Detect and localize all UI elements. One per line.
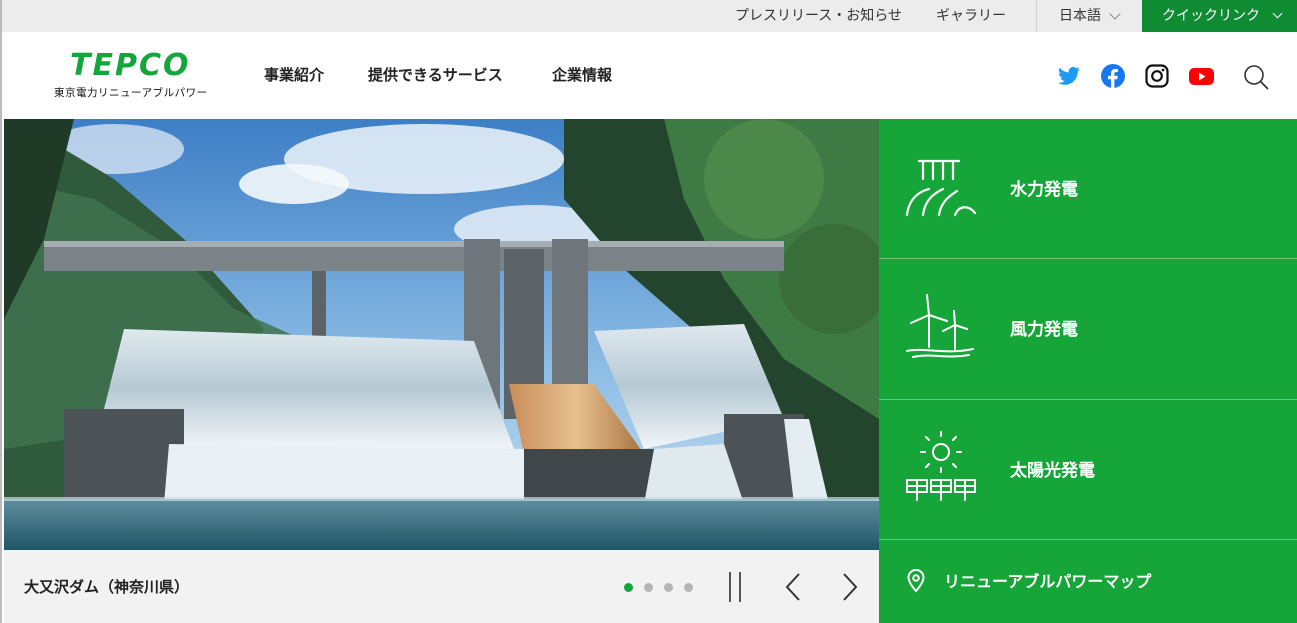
nav-business[interactable]: 事業紹介 bbox=[264, 64, 324, 85]
logo-company-name: 東京電力リニューアブルパワー bbox=[54, 87, 208, 99]
youtube-icon[interactable] bbox=[1189, 64, 1214, 88]
nav-services[interactable]: 提供できるサービス bbox=[368, 64, 503, 85]
slide-caption: 大又沢ダム（神奈川県） bbox=[24, 578, 190, 596]
pause-button[interactable] bbox=[728, 572, 744, 602]
slide-dot-4[interactable] bbox=[684, 583, 693, 592]
quick-link-button[interactable]: クイックリンク bbox=[1142, 0, 1297, 32]
next-slide-button[interactable] bbox=[834, 572, 864, 602]
quick-link-label: クイックリンク bbox=[1162, 8, 1260, 24]
panel-item-wind[interactable]: 風力発電 bbox=[879, 259, 1297, 400]
facebook-icon[interactable] bbox=[1101, 64, 1125, 88]
panel-item-hydro[interactable]: 水力発電 bbox=[879, 119, 1297, 259]
language-selector[interactable]: 日本語 bbox=[1037, 0, 1142, 32]
panel-item-solar[interactable]: 太陽光発電 bbox=[879, 400, 1297, 540]
chevron-down-icon bbox=[1109, 8, 1121, 20]
instagram-icon[interactable] bbox=[1145, 64, 1169, 88]
twitter-icon[interactable] bbox=[1057, 64, 1081, 88]
panel-label-hydro: 水力発電 bbox=[1010, 180, 1078, 200]
energy-panel: 水力発電 風力発電 太陽光発電 リニューアブルパワーマップ bbox=[879, 119, 1297, 623]
hydro-icon bbox=[905, 159, 977, 217]
search-icon[interactable] bbox=[1242, 63, 1270, 91]
chevron-down-icon bbox=[1272, 8, 1283, 19]
site-header: TEPCO 東京電力リニューアブルパワー 事業紹介 提供できるサービス 企業情報 bbox=[2, 32, 1297, 119]
map-pin-icon bbox=[907, 569, 925, 593]
pause-icon bbox=[729, 572, 731, 602]
slide-dot-1[interactable] bbox=[624, 583, 633, 592]
solar-icon bbox=[906, 431, 976, 501]
map-link-label: リニューアブルパワーマップ bbox=[944, 572, 1152, 591]
utility-bar: プレスリリース・お知らせ ギャラリー 日本語 クイックリンク bbox=[2, 0, 1297, 32]
gallery-link[interactable]: ギャラリー bbox=[936, 0, 1006, 32]
press-release-link[interactable]: プレスリリース・お知らせ bbox=[735, 0, 902, 32]
browser-frame: プレスリリース・お知らせ ギャラリー 日本語 クイックリンク TEPCO 東京電… bbox=[0, 0, 1297, 623]
slide-dot-2[interactable] bbox=[644, 583, 653, 592]
chevron-left-icon bbox=[785, 573, 800, 601]
site-logo[interactable]: TEPCO 東京電力リニューアブルパワー bbox=[54, 48, 214, 100]
language-label: 日本語 bbox=[1059, 8, 1101, 24]
slide-dot-3[interactable] bbox=[664, 583, 673, 592]
panel-label-solar: 太陽光発電 bbox=[1010, 461, 1095, 481]
nav-company[interactable]: 企業情報 bbox=[552, 64, 612, 85]
prev-slide-button[interactable] bbox=[779, 572, 809, 602]
wind-icon bbox=[906, 294, 974, 358]
chevron-right-icon bbox=[843, 573, 858, 601]
renewable-map-link[interactable]: リニューアブルパワーマップ bbox=[879, 539, 1297, 623]
logo-mark: TEPCO bbox=[70, 48, 191, 83]
panel-label-wind: 風力発電 bbox=[1010, 320, 1078, 340]
hero-image bbox=[4, 119, 879, 550]
slider-controls: 大又沢ダム（神奈川県） bbox=[4, 550, 879, 623]
